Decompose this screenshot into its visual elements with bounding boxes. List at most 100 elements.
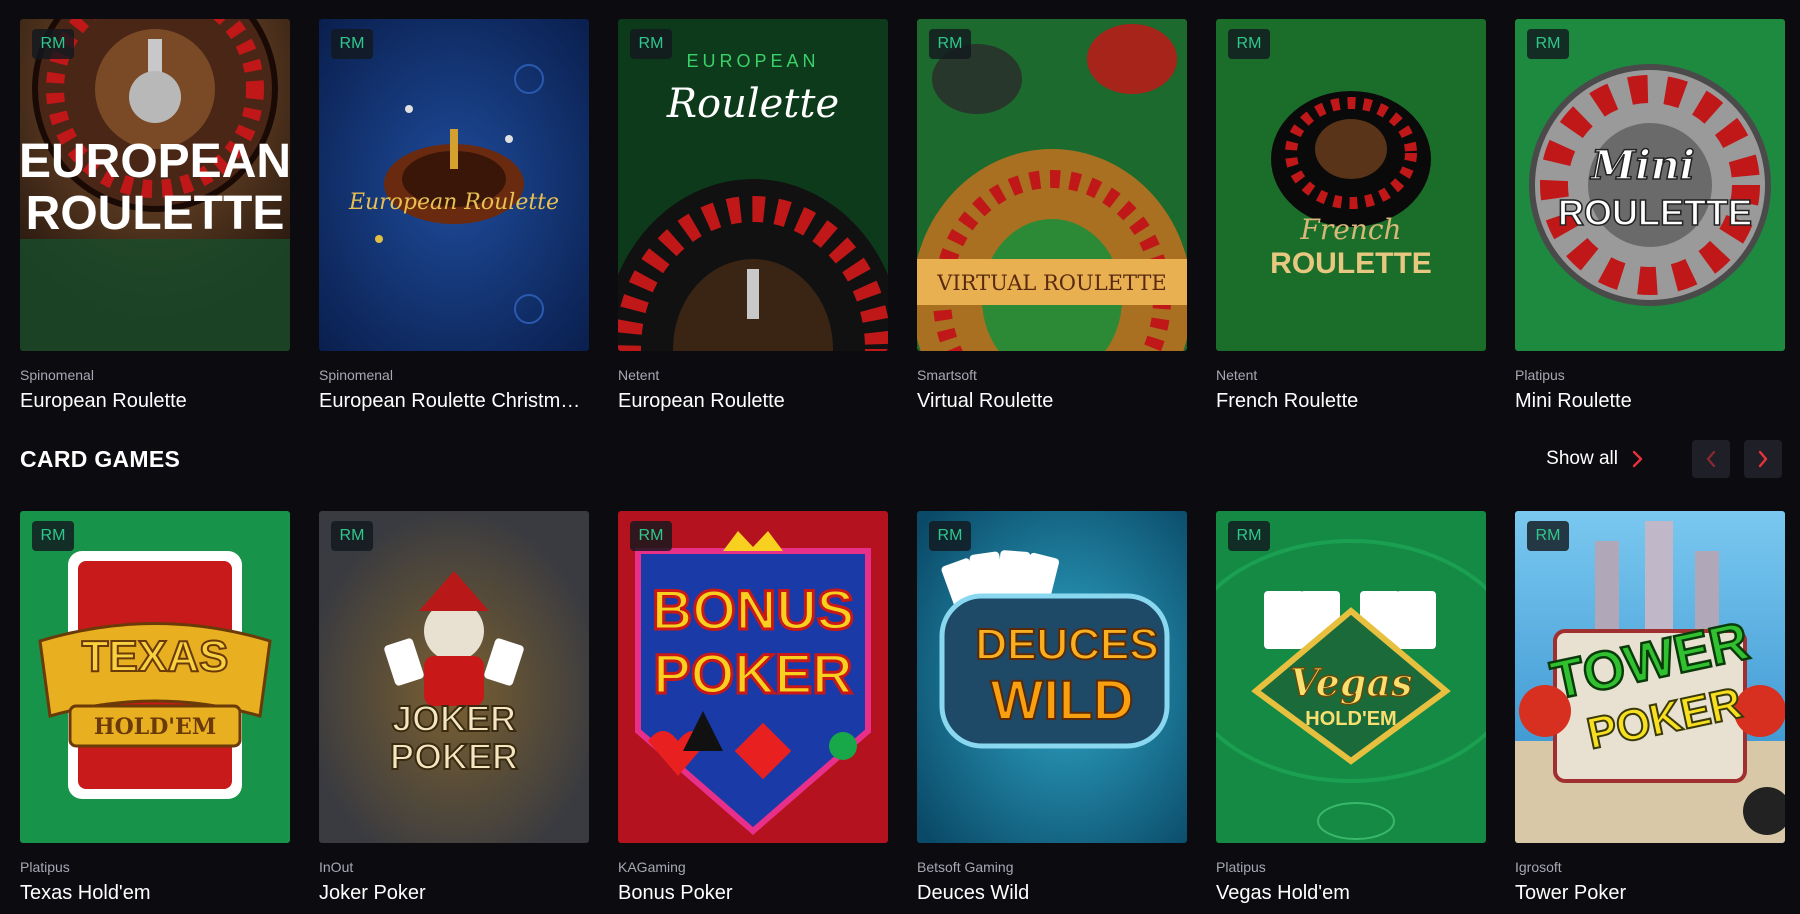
svg-text:French: French <box>1299 213 1401 246</box>
french-roulette-artwork: French ROULETTE <box>1216 19 1486 351</box>
rm-badge: RM <box>630 29 672 59</box>
rm-badge: RM <box>32 521 74 551</box>
game-provider: Platipus <box>1216 859 1266 875</box>
game-title[interactable]: European Roulette <box>618 389 888 413</box>
svg-text:Vegas: Vegas <box>1290 660 1413 705</box>
rm-badge: RM <box>331 521 373 551</box>
svg-text:European Roulette: European Roulette <box>348 190 559 215</box>
game-title[interactable]: Tower Poker <box>1515 881 1785 905</box>
card-games-row: RM TEXAS HOLD'EM Platipus Texas Hold'em … <box>20 511 1785 905</box>
game-provider: KAGaming <box>618 859 686 875</box>
next-button[interactable] <box>1744 440 1782 478</box>
roulette-games-row: RM EUROPEAN ROULETTE Spinomenal European… <box>20 19 1785 413</box>
game-thumbnail[interactable]: RM TOWER POKER <box>1515 511 1785 843</box>
game-card[interactable]: RM European Roulette Spinomenal European… <box>319 19 589 413</box>
game-thumbnail[interactable]: RM Mini ROULETTE <box>1515 19 1785 351</box>
game-title[interactable]: Virtual Roulette <box>917 389 1187 413</box>
virtual-roulette-artwork: VIRTUAL ROULETTE <box>917 19 1187 351</box>
bonus-poker-artwork: BONUS POKER <box>618 511 888 843</box>
game-thumbnail[interactable]: RM JOKER POKER <box>319 511 589 843</box>
rm-badge: RM <box>929 29 971 59</box>
game-provider: Betsoft Gaming <box>917 859 1014 875</box>
game-title[interactable]: French Roulette <box>1216 389 1486 413</box>
game-lobby-page: RM EUROPEAN ROULETTE Spinomenal European… <box>0 0 1800 914</box>
game-card[interactable]: RM JOKER POKER InOut Joker Poker <box>319 511 589 905</box>
game-card[interactable]: RM EUROPEAN ROULETTE Spinomenal European… <box>20 19 290 413</box>
rm-badge: RM <box>1228 29 1270 59</box>
rm-badge: RM <box>1527 29 1569 59</box>
svg-text:BONUS: BONUS <box>652 578 854 641</box>
game-title[interactable]: European Roulette <box>20 389 290 413</box>
vegas-holdem-artwork: Vegas HOLD'EM <box>1216 511 1486 843</box>
rm-badge: RM <box>331 29 373 59</box>
game-provider: Platipus <box>1515 367 1565 383</box>
chevron-left-icon <box>1706 450 1716 468</box>
svg-text:EUROPEAN: EUROPEAN <box>20 135 290 188</box>
game-card[interactable]: RM TOWER POKER Igrosoft Tower Poker <box>1515 511 1785 905</box>
game-card[interactable]: RM Vegas HOLD'EM Platipus Vegas Hold'em <box>1216 511 1486 905</box>
game-thumbnail[interactable]: RM Vegas HOLD'EM <box>1216 511 1486 843</box>
game-title[interactable]: Bonus Poker <box>618 881 888 905</box>
game-thumbnail[interactable]: RM TEXAS HOLD'EM <box>20 511 290 843</box>
game-title[interactable]: European Roulette Christmas Edition <box>319 389 589 413</box>
game-provider: Spinomenal <box>20 367 94 383</box>
tower-poker-artwork: TOWER POKER <box>1515 511 1785 843</box>
game-title[interactable]: Vegas Hold'em <box>1216 881 1486 905</box>
game-thumbnail[interactable]: RM BONUS POKER <box>618 511 888 843</box>
svg-text:DEUCES: DEUCES <box>975 620 1158 669</box>
game-card[interactable]: RM TEXAS HOLD'EM Platipus Texas Hold'em <box>20 511 290 905</box>
section-title: CARD GAMES <box>20 445 181 472</box>
game-thumbnail[interactable]: RM VIRTUAL ROULETTE <box>917 19 1187 351</box>
rm-badge: RM <box>32 29 74 59</box>
svg-text:TEXAS: TEXAS <box>82 632 229 681</box>
netent-european-roulette-artwork: EUROPEAN Roulette <box>618 19 888 351</box>
game-provider: Netent <box>618 367 660 383</box>
game-card[interactable]: RM French ROULETTE Netent French Roulett… <box>1216 19 1486 413</box>
game-title[interactable]: Texas Hold'em <box>20 881 290 905</box>
game-thumbnail[interactable]: RM European Roulette <box>319 19 589 351</box>
svg-text:WILD: WILD <box>990 668 1133 731</box>
texas-holdem-artwork: TEXAS HOLD'EM <box>20 511 290 843</box>
game-provider: Netent <box>1216 367 1258 383</box>
svg-text:HOLD'EM: HOLD'EM <box>94 714 216 740</box>
game-card[interactable]: RM EUROPEAN Roulette Netent European Rou… <box>618 19 888 413</box>
game-card[interactable]: RM BONUS POKER KAGaming Bonus Poker <box>618 511 888 905</box>
game-thumbnail[interactable]: RM DEUCES WILD <box>917 511 1187 843</box>
prev-button[interactable] <box>1692 440 1730 478</box>
mini-roulette-artwork: Mini ROULETTE <box>1515 19 1785 351</box>
rm-badge: RM <box>630 521 672 551</box>
game-thumbnail[interactable]: RM EUROPEAN ROULETTE <box>20 19 290 351</box>
svg-text:ROULETTE: ROULETTE <box>26 187 285 240</box>
game-provider: InOut <box>319 859 354 875</box>
game-thumbnail[interactable]: RM EUROPEAN Roulette <box>618 19 888 351</box>
game-card[interactable]: RM Mini ROULETTE Platipus Mini Roulette <box>1515 19 1785 413</box>
svg-text:HOLD'EM: HOLD'EM <box>1305 708 1396 730</box>
section-controls: Show all <box>1546 440 1782 478</box>
rm-badge: RM <box>929 521 971 551</box>
show-all-label: Show all <box>1546 448 1618 469</box>
game-provider: Smartsoft <box>917 367 977 383</box>
svg-text:JOKER: JOKER <box>392 698 516 739</box>
game-title[interactable]: Mini Roulette <box>1515 389 1785 413</box>
game-provider: Spinomenal <box>319 367 393 383</box>
game-card[interactable]: RM DEUCES WILD Betsoft Gaming Deuces Wil… <box>917 511 1187 905</box>
game-card[interactable]: RM VIRTUAL ROULETTE Smartsoft Virtual Ro… <box>917 19 1187 413</box>
svg-text:EUROPEAN: EUROPEAN <box>686 51 819 71</box>
svg-text:ROULETTE: ROULETTE <box>1270 247 1432 280</box>
european-roulette-christmas-artwork: European Roulette <box>319 19 589 351</box>
chevron-right-icon <box>1758 450 1768 468</box>
card-games-header: CARD GAMES Show all <box>20 440 1782 478</box>
joker-poker-artwork: JOKER POKER <box>319 511 589 843</box>
svg-text:ROULETTE: ROULETTE <box>1558 192 1752 233</box>
rm-badge: RM <box>1527 521 1569 551</box>
svg-text:POKER: POKER <box>653 642 852 705</box>
svg-text:Roulette: Roulette <box>666 81 839 127</box>
game-thumbnail[interactable]: RM French ROULETTE <box>1216 19 1486 351</box>
game-title[interactable]: Joker Poker <box>319 881 589 905</box>
game-title[interactable]: Deuces Wild <box>917 881 1187 905</box>
svg-text:POKER: POKER <box>390 736 518 777</box>
game-provider: Igrosoft <box>1515 859 1562 875</box>
svg-text:Mini: Mini <box>1589 142 1695 189</box>
show-all-link[interactable]: Show all <box>1546 448 1644 470</box>
european-roulette-artwork: EUROPEAN ROULETTE <box>20 19 290 351</box>
